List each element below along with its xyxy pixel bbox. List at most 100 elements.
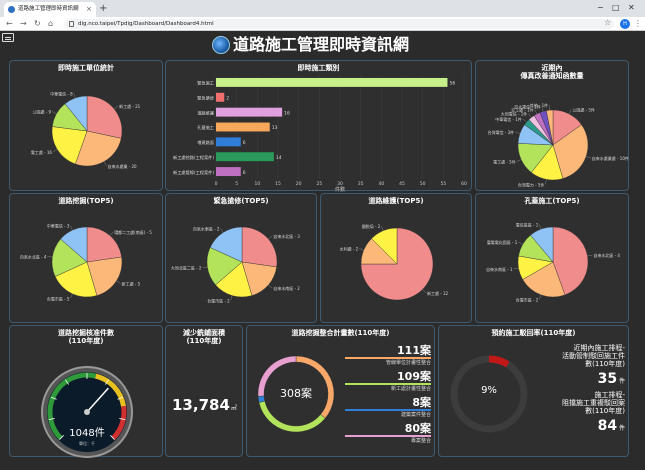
browser-tab-bar: 道路施工管理即時資訊網 × + − □ ✕	[0, 0, 645, 17]
x-tick-label: 0	[215, 181, 218, 187]
reply-item-stat: 35 件	[535, 368, 625, 387]
url-text: dig.nco.taipei/Tpdig/Dashboard/Dashboard…	[78, 21, 214, 27]
bar[interactable]	[216, 122, 270, 132]
x-tick-label: 40	[378, 181, 384, 187]
plan-item-bar	[345, 383, 431, 385]
pie-leader-line	[70, 225, 73, 231]
panel-title: 即時施工單位統計	[58, 64, 114, 72]
pie-label: 自來水北區 - 4	[593, 252, 620, 258]
emergency-pie-chart: 自來水北區 - 3 自來水南區 - 2 台電市區 - 2 大同北區二區 - 2 自來水東…	[171, 225, 300, 303]
pie-label: 公園處 - 5件	[572, 106, 595, 112]
pie-leader-line	[268, 284, 273, 289]
bar-category-label: 緊急搶修	[197, 95, 215, 102]
x-tick-label: 5	[235, 181, 238, 187]
site-logo	[212, 36, 230, 54]
tab-close-icon[interactable]: ×	[86, 2, 92, 17]
bookmark-star-icon[interactable]: ☆	[604, 18, 611, 27]
x-tick-label: 15	[275, 181, 281, 187]
bar[interactable]	[216, 167, 241, 177]
approval-gauge: 1048件單位：千	[41, 366, 133, 458]
panel-title: 孔蓋施工(TOP5)	[524, 197, 580, 205]
plan-total: 308案	[280, 387, 312, 400]
pie-label: 台電市區 - 2	[516, 297, 539, 303]
pie-label: 自來水處業處 - 10件	[592, 155, 629, 161]
home-icon[interactable]: ⌂	[48, 18, 53, 30]
panel-title: 道路挖掘(TOP5)	[58, 197, 114, 205]
panel-conduit: 孔蓋施工(TOP5) 自來水北區 - 4 台電市區 - 2 自來水南區 - 1 臺電電…	[475, 193, 629, 323]
bar-category-label: 新工處管線(工程案件)	[173, 169, 214, 176]
bar[interactable]	[216, 92, 225, 102]
reply-item-unit: 件	[617, 425, 625, 432]
pie-leader-line	[568, 109, 572, 114]
bar-value-label: 2	[226, 96, 229, 102]
pie-leader-line	[528, 113, 532, 118]
panel-title: 近期內 傳真改善通知函數量	[520, 64, 584, 80]
reply-item-label: 近期內施工排程- 活動管制駁回施工件 數(110年度)	[562, 344, 625, 368]
url-field[interactable]: dig.nco.taipei/Tpdig/Dashboard/Dashboard…	[64, 19, 614, 29]
forward-icon[interactable]: →	[20, 18, 27, 30]
page-title: 道路施工管理即時資訊網	[233, 35, 410, 54]
plan-item-value: 111案	[397, 344, 431, 357]
bar[interactable]	[216, 77, 448, 87]
bar[interactable]	[216, 107, 283, 117]
pie-leader-line	[116, 280, 121, 284]
bar-category-label: 緊急施工	[197, 80, 214, 87]
pie-leader-line	[518, 241, 523, 245]
back-icon[interactable]: ←	[6, 18, 13, 30]
reply-item-stat: 84 件	[535, 415, 625, 434]
tab-title: 道路施工管理即時資訊網	[18, 6, 79, 12]
pie-leader-line	[220, 228, 224, 233]
pie-leader-line	[545, 179, 547, 185]
window-close-icon[interactable]: ✕	[628, 2, 635, 14]
category-bar-chart: 0 5 10 15 20 25 30 35 40 45 50 55 6056緊急施工2緊急搶修16道路維…	[173, 75, 467, 193]
favicon-icon	[8, 6, 15, 13]
pie-slice[interactable]	[241, 226, 278, 268]
minimize-icon[interactable]: −	[597, 2, 604, 14]
pie-leader-line	[381, 226, 384, 231]
gauge-unit: 單位：千	[79, 440, 95, 446]
pie-label: 自來水北區 - 3	[273, 233, 300, 239]
pie-label: 自來水東區 - 2	[193, 225, 220, 231]
pie-label: 電工處 - 5件	[493, 159, 516, 165]
panel-maintenance: 道路維護(TOP5) 新工處 - 12 水利處 - 2 國稅局 - 2	[320, 193, 472, 323]
reduce-unit: ㎡	[230, 405, 237, 412]
reply-stats: 近期內施工排程- 活動管制駁回施工件 數(110年度) 35 件施工排程- 阻擋施…	[535, 340, 625, 434]
pie-leader-line	[109, 231, 114, 236]
maximize-icon[interactable]: □	[612, 2, 620, 14]
panel-title: 道路挖掘核准件數 (110年度)	[58, 329, 114, 345]
new-tab-button[interactable]: +	[99, 2, 107, 15]
conduit-pie-chart: 自來水北區 - 4 台電市區 - 2 自來水南區 - 1 臺電電化園區 - 1 電信區區…	[486, 221, 620, 303]
reload-icon[interactable]: ↻	[34, 18, 41, 30]
bar-category-label: 增建路面	[197, 139, 214, 146]
menu-toggle-icon[interactable]	[2, 33, 14, 42]
x-tick-label: 10	[254, 181, 260, 187]
reply-item-value: 35	[597, 371, 618, 387]
plan-item-label: 專案整合	[410, 438, 431, 444]
pie-leader-line	[73, 93, 76, 99]
pie-label: 新工處 - 12	[427, 290, 449, 296]
panel-nearby: 近期內 傳真改善通知函數量 公園處 - 5件 自來水處業處 - 10件 台灣電力 -…	[475, 60, 629, 191]
pie-label: 中華電信 - 1件	[495, 116, 522, 122]
bar[interactable]	[216, 137, 241, 147]
pie-leader-line	[51, 111, 57, 115]
bar-category-label: 新工處挖路(工程案件)	[173, 154, 214, 161]
x-tick-label: 50	[420, 181, 426, 187]
gauge-value: 1048件	[69, 427, 104, 439]
pie-label: 台電市區 - 2	[207, 297, 230, 303]
browser-menu-icon[interactable]: ⋮	[634, 18, 642, 30]
profile-avatar[interactable]: H	[620, 19, 630, 29]
browser-tab[interactable]: 道路施工管理即時資訊網 ×	[4, 2, 96, 17]
pie-slice[interactable]	[258, 400, 326, 433]
plan-item-bar	[345, 409, 431, 411]
pie-leader-line	[202, 266, 208, 268]
pie-leader-line	[587, 254, 593, 257]
bar[interactable]	[216, 152, 274, 162]
pie-leader-line	[70, 293, 73, 299]
pie-label: 電信區區 - 1	[516, 221, 539, 227]
pie-leader-line	[522, 118, 527, 123]
panel-dig: 道路挖掘(TOP5) 環都二工處(南區) - 5 新工處 - 5 台電市區 - 5 自…	[9, 193, 163, 323]
panel-category: 即時施工類別 0 5 10 15 20 25 30 35 40 45 50 55 60 56 緊急施工 2 緊急…	[165, 60, 472, 193]
pie-leader-line	[539, 224, 542, 230]
pie-label: 中華電信 - 3	[47, 223, 70, 229]
pie-leader-line	[268, 235, 273, 240]
